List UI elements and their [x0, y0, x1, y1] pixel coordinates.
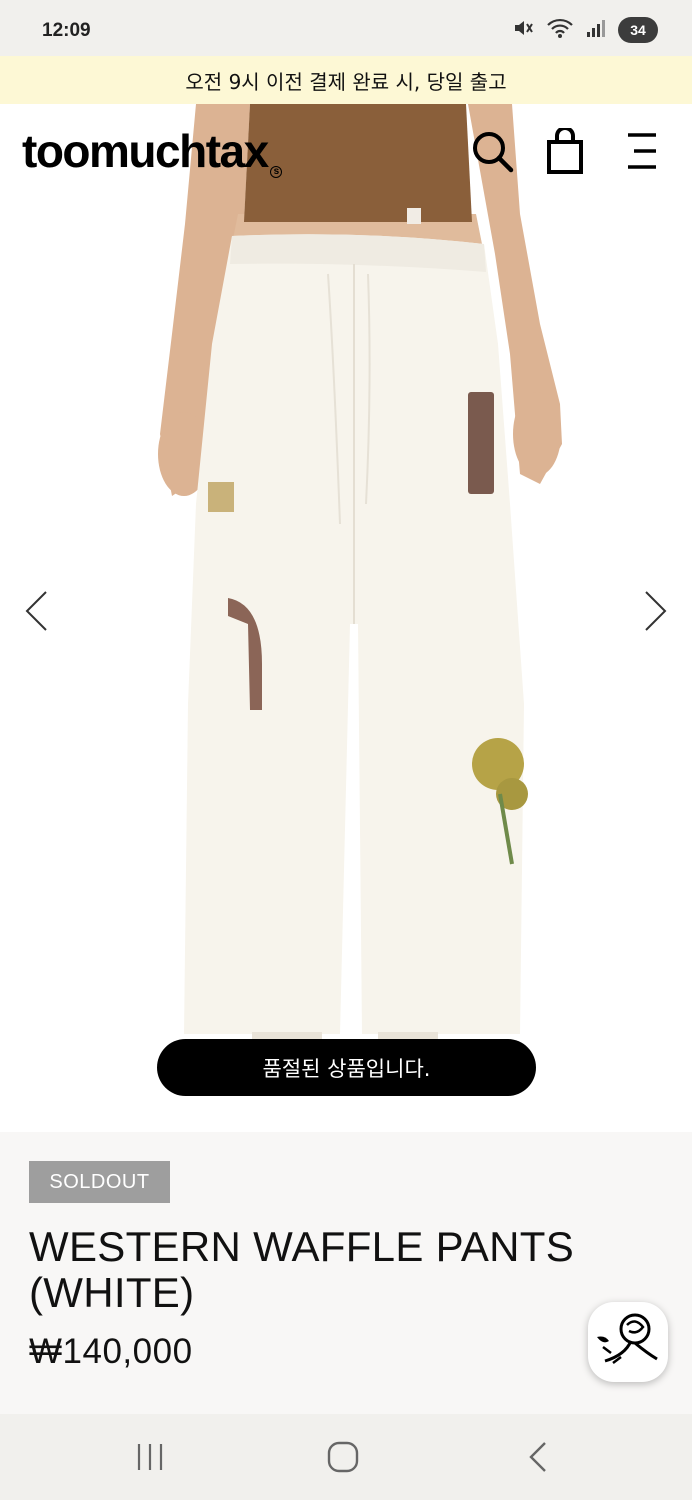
product-image[interactable] — [0, 104, 692, 1132]
soldout-badge: SOLDOUT — [29, 1161, 170, 1203]
cart-button[interactable] — [540, 126, 590, 178]
promo-banner-text: 오전 9시 이전 결제 완료 시, 당일 출고 — [185, 69, 507, 94]
mute-icon — [512, 17, 534, 43]
back-icon — [527, 1441, 549, 1477]
soldout-toast-text: 품절된 상품입니다. — [262, 1056, 431, 1081]
floating-chat-button[interactable] — [588, 1302, 668, 1382]
recent-apps-button[interactable] — [120, 1434, 180, 1484]
product-name: WESTERN WAFFLE PANTS (WHITE) — [29, 1223, 575, 1316]
promo-banner[interactable]: 오전 9시 이전 결제 완료 시, 당일 출고 — [0, 56, 692, 104]
signal-icon — [586, 18, 606, 42]
home-icon — [327, 1441, 359, 1477]
logo[interactable]: toomuchtax s — [22, 124, 282, 178]
status-icons: 34 — [512, 17, 658, 43]
battery-indicator: 34 — [618, 17, 658, 43]
chevron-right-icon — [644, 590, 668, 636]
search-icon — [470, 129, 514, 177]
product-photo — [158, 104, 562, 1040]
home-button[interactable] — [313, 1434, 373, 1484]
carousel-next-button[interactable] — [636, 590, 676, 636]
rose-icon — [595, 1307, 661, 1377]
recent-apps-icon — [135, 1442, 165, 1476]
chevron-left-icon — [24, 590, 48, 636]
logo-mark: s — [269, 166, 282, 178]
back-button[interactable] — [508, 1434, 568, 1484]
search-button[interactable] — [467, 128, 517, 178]
soldout-toast: 품절된 상품입니다. — [157, 1039, 536, 1096]
shopping-bag-icon — [545, 126, 585, 178]
menu-button[interactable] — [617, 128, 667, 178]
carousel-prev-button[interactable] — [16, 590, 56, 636]
status-time: 12:09 — [42, 20, 91, 41]
header: toomuchtax s — [0, 104, 692, 204]
system-nav-bar — [0, 1414, 692, 1500]
product-price: ₩140,000 — [29, 1332, 193, 1371]
menu-icon — [624, 131, 660, 175]
wifi-icon — [546, 17, 574, 43]
status-bar: 12:09 34 — [0, 0, 692, 56]
logo-text: toomuchtax — [22, 125, 269, 177]
product-info: SOLDOUT WESTERN WAFFLE PANTS (WHITE) ₩14… — [0, 1132, 692, 1414]
